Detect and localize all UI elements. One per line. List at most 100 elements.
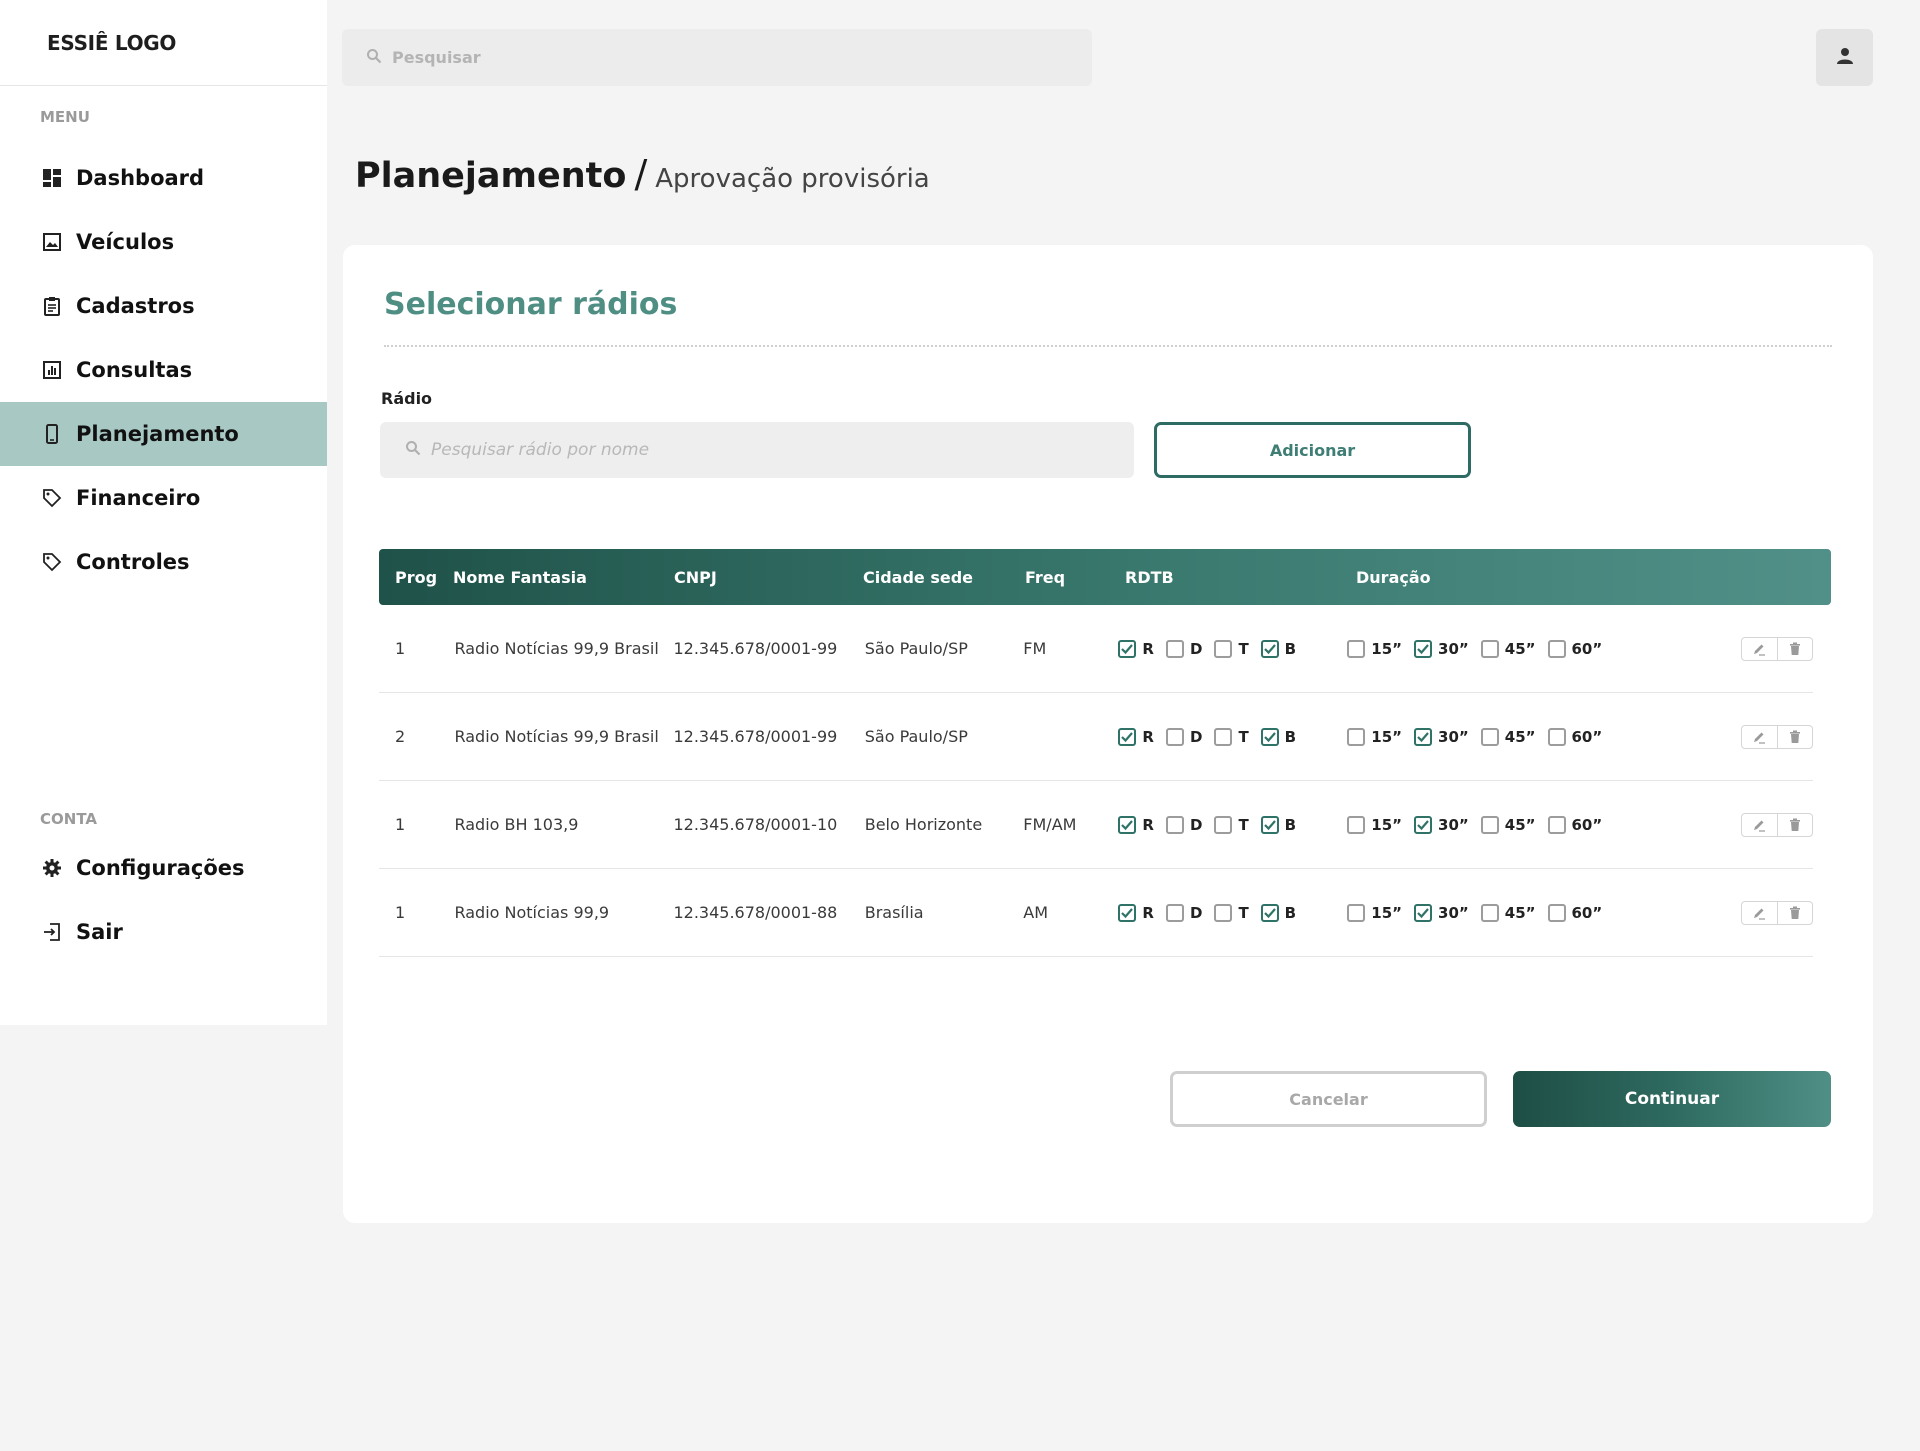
- checkbox-unchecked[interactable]: [1214, 903, 1233, 922]
- cell-prog: 2: [395, 727, 406, 746]
- table-header: Prog Nome Fantasia CNPJ Cidade sede Freq…: [379, 549, 1831, 605]
- checkbox-unchecked[interactable]: [1165, 903, 1184, 922]
- add-button[interactable]: Adicionar: [1154, 422, 1471, 478]
- cancel-button[interactable]: Cancelar: [1170, 1071, 1487, 1127]
- checkbox-unchecked[interactable]: [1547, 639, 1566, 658]
- rdtb-option-r[interactable]: R: [1118, 903, 1154, 922]
- checkbox-unchecked[interactable]: [1480, 639, 1499, 658]
- checkbox-checked[interactable]: [1414, 815, 1433, 834]
- top-search-input[interactable]: [392, 48, 992, 67]
- checkbox-unchecked[interactable]: [1214, 815, 1233, 834]
- rdtb-option-b[interactable]: B: [1260, 727, 1296, 746]
- rdtb-option-d[interactable]: D: [1165, 815, 1202, 834]
- duration-option-2[interactable]: 45”: [1480, 727, 1536, 746]
- duration-option-0[interactable]: 15”: [1347, 727, 1403, 746]
- checkbox-unchecked[interactable]: [1480, 903, 1499, 922]
- checkbox-unchecked[interactable]: [1214, 639, 1233, 658]
- edit-icon[interactable]: [1742, 902, 1777, 924]
- checkbox-unchecked[interactable]: [1480, 727, 1499, 746]
- duration-option-0[interactable]: 15”: [1347, 903, 1402, 922]
- trash-icon[interactable]: [1776, 813, 1812, 836]
- checkbox-checked[interactable]: [1414, 903, 1433, 922]
- duration-option-1[interactable]: 30”: [1414, 727, 1469, 746]
- duration-option-3[interactable]: 60”: [1547, 815, 1602, 834]
- duration-option-1[interactable]: 30”: [1414, 903, 1469, 922]
- table-row: 1 Radio BH 103,9 12.345.678/0001-10 Belo Ho…: [379, 781, 1813, 869]
- cell-actions: [1724, 812, 1813, 837]
- sidebar-item-financeiro[interactable]: Financeiro: [0, 466, 327, 530]
- rdtb-option-d[interactable]: D: [1165, 903, 1202, 922]
- checkbox-unchecked[interactable]: [1347, 639, 1366, 658]
- checkbox-label: 15”: [1371, 727, 1403, 746]
- sidebar-item-sair[interactable]: Sair: [0, 900, 327, 964]
- checkbox-checked[interactable]: [1260, 903, 1279, 922]
- edit-icon[interactable]: [1742, 638, 1777, 660]
- checkbox-checked[interactable]: [1260, 727, 1279, 746]
- checkbox-checked[interactable]: [1118, 639, 1137, 658]
- checkbox-label: 30”: [1438, 903, 1469, 922]
- trash-icon[interactable]: [1776, 725, 1812, 748]
- sidebar-item-dashboard[interactable]: Dashboard: [0, 146, 327, 210]
- checkbox-checked[interactable]: [1260, 639, 1279, 658]
- checkbox-unchecked[interactable]: [1347, 903, 1366, 922]
- duration-option-1[interactable]: 30”: [1414, 815, 1469, 834]
- duration-option-0[interactable]: 15”: [1347, 815, 1402, 834]
- checkbox-checked[interactable]: [1118, 903, 1137, 922]
- checkbox-unchecked[interactable]: [1214, 727, 1233, 746]
- rdtb-option-d[interactable]: D: [1165, 727, 1202, 746]
- continue-button[interactable]: Continuar: [1513, 1071, 1831, 1127]
- checkbox-unchecked[interactable]: [1165, 815, 1184, 834]
- checkbox-unchecked[interactable]: [1547, 903, 1566, 922]
- rdtb-option-t[interactable]: T: [1214, 903, 1249, 922]
- duration-option-0[interactable]: 15”: [1347, 639, 1402, 658]
- edit-icon[interactable]: [1742, 726, 1777, 748]
- top-search-bar[interactable]: [342, 29, 1092, 86]
- checkbox-unchecked[interactable]: [1547, 815, 1566, 834]
- checkbox-label: R: [1142, 727, 1154, 746]
- trash-icon[interactable]: [1776, 901, 1812, 924]
- checkbox-unchecked[interactable]: [1547, 727, 1566, 746]
- rdtb-option-t[interactable]: T: [1214, 639, 1249, 658]
- duration-option-1[interactable]: 30”: [1414, 639, 1469, 658]
- duration-option-2[interactable]: 45”: [1480, 639, 1536, 658]
- rdtb-option-r[interactable]: R: [1118, 639, 1154, 658]
- checkbox-checked[interactable]: [1260, 815, 1279, 834]
- page-subtitle: Aprovação provisória: [655, 164, 930, 194]
- rdtb-option-d[interactable]: D: [1165, 639, 1202, 658]
- duration-option-3[interactable]: 60”: [1547, 639, 1602, 658]
- checkbox-checked[interactable]: [1414, 639, 1433, 658]
- rdtb-option-b[interactable]: B: [1260, 903, 1296, 922]
- rdtb-option-t[interactable]: T: [1214, 727, 1249, 746]
- rdtb-option-t[interactable]: T: [1214, 815, 1249, 834]
- checkbox-unchecked[interactable]: [1480, 815, 1499, 834]
- checkbox-unchecked[interactable]: [1347, 727, 1366, 746]
- duration-option-2[interactable]: 45”: [1480, 815, 1536, 834]
- checkbox-unchecked[interactable]: [1165, 639, 1184, 658]
- duration-option-2[interactable]: 45”: [1480, 903, 1536, 922]
- rdtb-option-b[interactable]: B: [1260, 639, 1296, 658]
- duration-option-3[interactable]: 60”: [1547, 727, 1602, 746]
- checkbox-label: 30”: [1438, 815, 1469, 834]
- edit-icon[interactable]: [1742, 814, 1777, 836]
- sidebar-item-consultas[interactable]: Consultas: [0, 338, 327, 402]
- checkbox-unchecked[interactable]: [1165, 727, 1184, 746]
- sidebar-item-controles[interactable]: Controles: [0, 530, 327, 594]
- checkbox-checked[interactable]: [1118, 727, 1137, 746]
- sidebar-item-veiculos[interactable]: Veículos: [0, 210, 327, 274]
- trash-icon[interactable]: [1776, 637, 1812, 660]
- menu-section-label: MENU: [40, 108, 90, 126]
- rdtb-option-b[interactable]: B: [1260, 815, 1296, 834]
- sidebar-item-cadastros[interactable]: Cadastros: [0, 274, 327, 338]
- cell-name: Radio BH 103,9: [454, 815, 579, 834]
- checkbox-unchecked[interactable]: [1347, 815, 1366, 834]
- sidebar-item-planejamento[interactable]: Planejamento: [0, 402, 327, 466]
- checkbox-checked[interactable]: [1414, 727, 1433, 746]
- radio-search-field[interactable]: [380, 422, 1134, 478]
- rdtb-option-r[interactable]: R: [1118, 727, 1154, 746]
- user-menu-button[interactable]: [1816, 29, 1873, 86]
- radio-search-input[interactable]: [431, 440, 1081, 460]
- duration-option-3[interactable]: 60”: [1547, 903, 1602, 922]
- sidebar-item-configuracoes[interactable]: Configurações: [0, 836, 327, 900]
- checkbox-checked[interactable]: [1118, 815, 1137, 834]
- rdtb-option-r[interactable]: R: [1118, 815, 1154, 834]
